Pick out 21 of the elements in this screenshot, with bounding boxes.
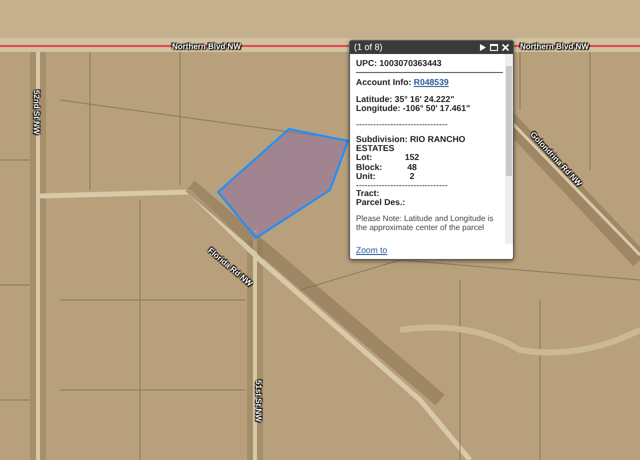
field-value: 48	[406, 162, 418, 172]
field-label: Block:	[356, 162, 384, 172]
field-label: Unit:	[356, 172, 377, 182]
field-text: Tract:	[356, 188, 380, 198]
account-link[interactable]: R048539	[414, 77, 449, 88]
field-value: 2	[408, 172, 416, 182]
field-label: Lot:	[356, 153, 374, 163]
dashed-separator: --------------------------------	[356, 120, 449, 128]
field-value: 152	[404, 153, 420, 163]
field-text: Parcel Des.:	[356, 198, 406, 208]
street-label: 51st St NW	[254, 380, 263, 422]
field-text: Latitude: 35° 16' 24.222"	[356, 94, 456, 104]
zoom-to-link[interactable]: Zoom to	[350, 244, 513, 259]
street-label: 52nd St NW	[32, 90, 41, 134]
popup-title: (1 of 8)	[354, 40, 384, 54]
note-text: Please Note: Latitude and Longitude is the approximate center of the parcel	[356, 214, 494, 232]
field-text: Longitude: -106° 50' 17.461"	[356, 104, 472, 114]
dashed-separator: --------------------------------	[356, 182, 449, 189]
field-label: Account Info:	[356, 77, 412, 88]
field-text: Subdivision: RIO RANCHO ESTATES	[356, 134, 466, 154]
field-text: UPC: 1003070363443	[356, 59, 443, 68]
